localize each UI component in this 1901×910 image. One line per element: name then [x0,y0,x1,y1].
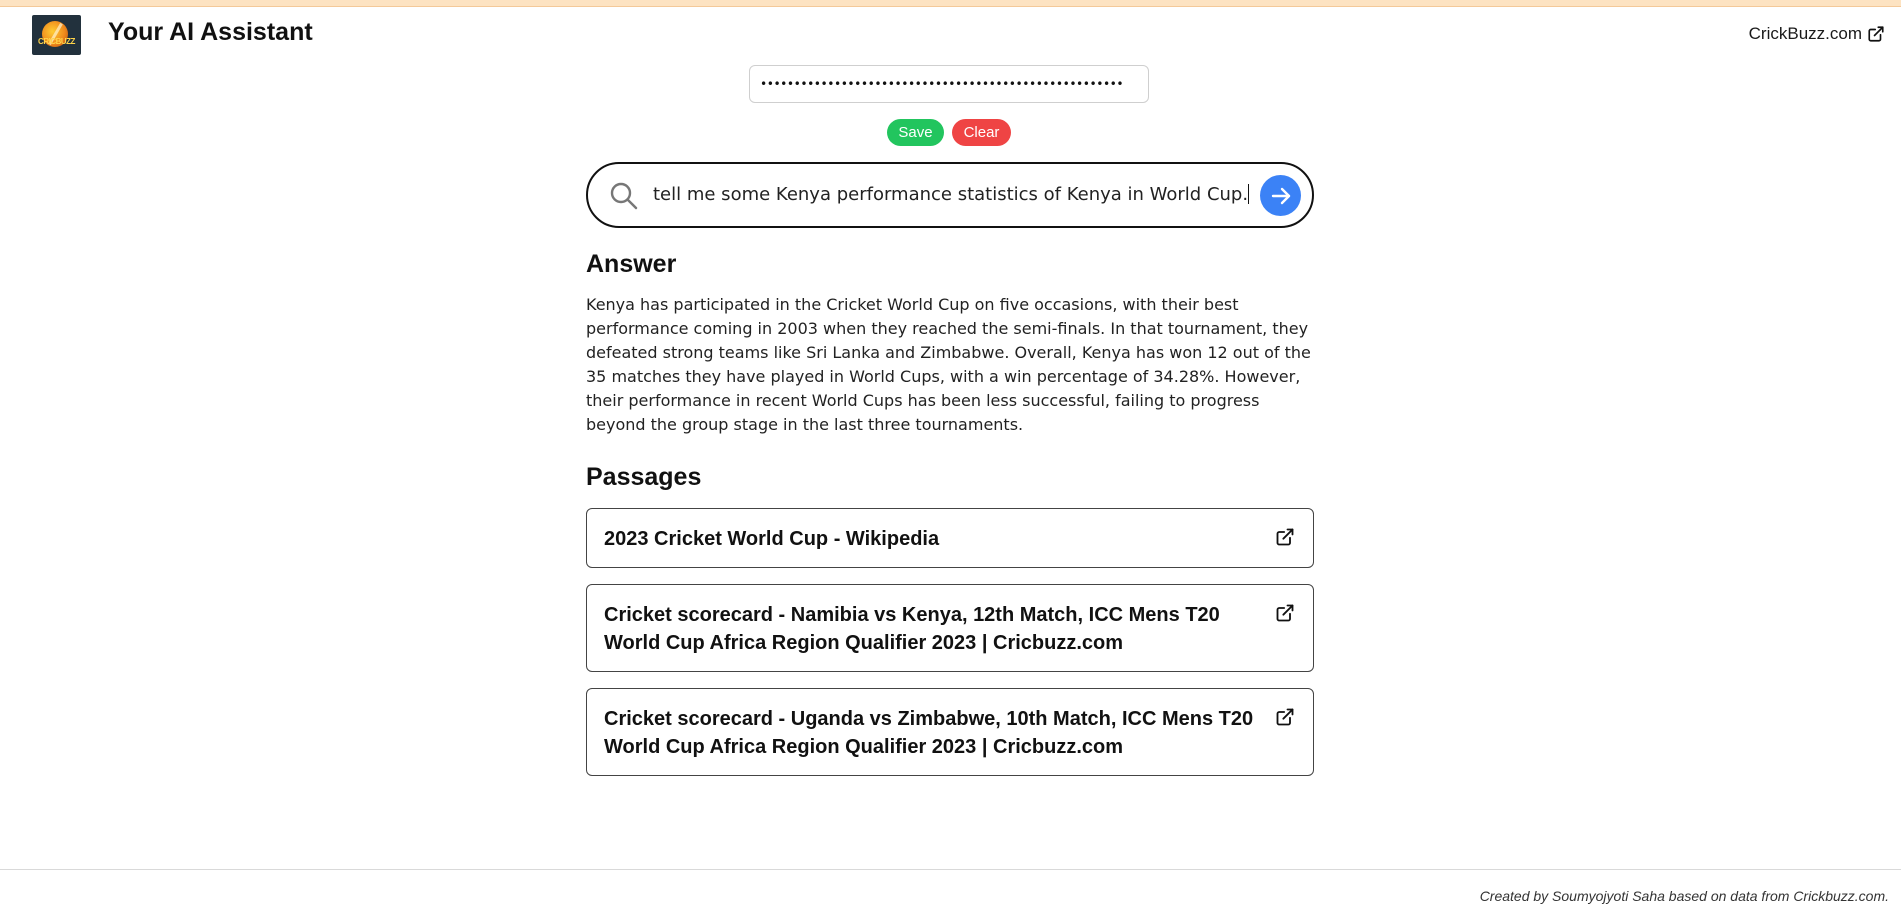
external-link-icon [1868,26,1884,42]
key-actions: Save Clear [887,119,1011,146]
passage-card[interactable]: Cricket scorecard - Uganda vs Zimbabwe, … [586,688,1314,776]
search-bar[interactable]: tell me some Kenya performance statistic… [586,162,1314,228]
passage-card[interactable]: Cricket scorecard - Namibia vs Kenya, 12… [586,584,1314,672]
footer: Created by Soumyojyoti Saha based on dat… [0,869,1901,910]
external-link-icon[interactable] [1275,707,1295,727]
api-key-input[interactable]: ••••••••••••••••••••••••••••••••••••••••… [749,65,1149,103]
passage-card[interactable]: 2023 Cricket World Cup - Wikipedia [586,508,1314,568]
save-button[interactable]: Save [887,119,944,146]
arrow-right-icon [1271,187,1290,204]
top-accent-strip [0,0,1901,7]
app-title: Your AI Assistant [108,18,313,46]
submit-button[interactable] [1260,175,1301,216]
app-logo: CRICBUZZ [32,15,81,55]
clear-button[interactable]: Clear [952,119,1011,146]
external-link-icon[interactable] [1275,603,1295,623]
search-icon [610,182,638,210]
footer-credit: Created by Soumyojyoti Saha based on dat… [1479,888,1889,904]
results: Answer Kenya has participated in the Cri… [586,250,1314,776]
passage-title: Cricket scorecard - Namibia vs Kenya, 12… [604,604,1220,654]
crickbuzz-link[interactable]: CrickBuzz.com [1749,24,1885,44]
external-link-icon[interactable] [1275,527,1295,547]
header: CRICBUZZ Your AI Assistant CrickBuzz.com [0,7,1901,63]
answer-text: Kenya has participated in the Cricket Wo… [586,295,1311,434]
passage-title: 2023 Cricket World Cup - Wikipedia [604,528,940,550]
search-input[interactable]: tell me some Kenya performance statistic… [653,184,1248,205]
passages-heading: Passages [586,463,702,491]
passage-title: Cricket scorecard - Uganda vs Zimbabwe, … [604,708,1254,758]
answer-heading: Answer [586,250,677,278]
logo-text: CRICBUZZ [38,37,75,46]
text-caret [1248,184,1250,204]
crickbuzz-link-label: CrickBuzz.com [1748,24,1862,43]
